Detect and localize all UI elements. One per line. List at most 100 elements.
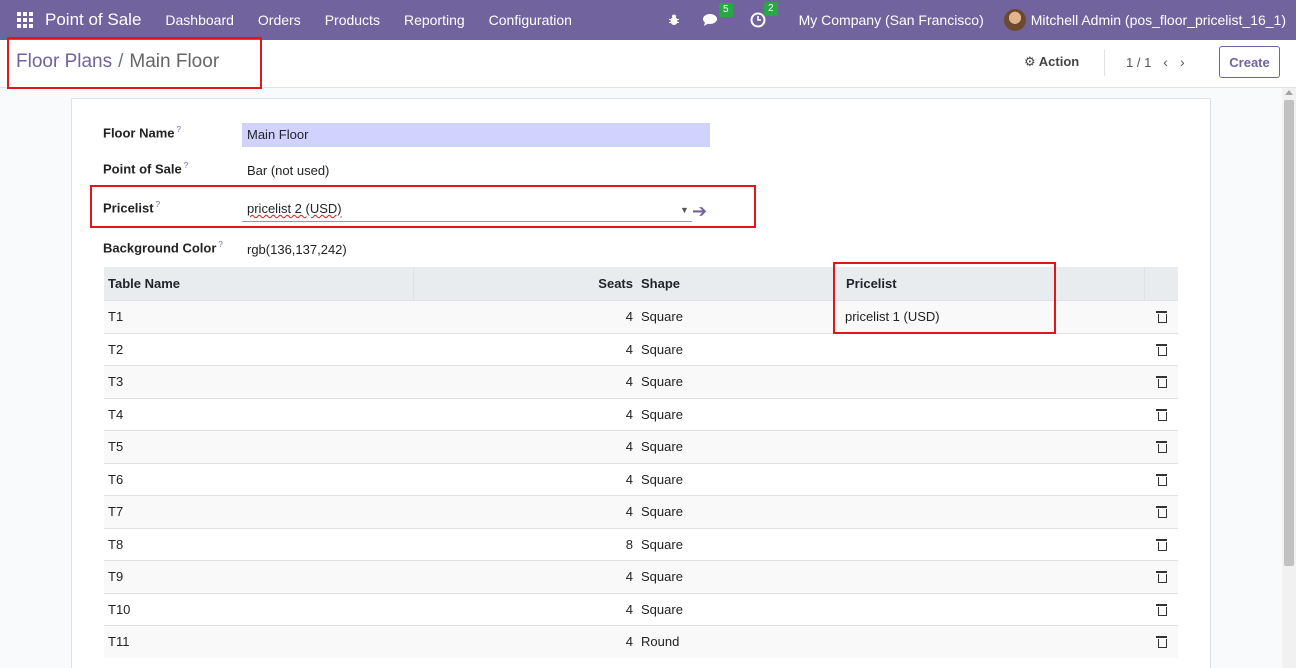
cell-seats[interactable]: 4 xyxy=(414,634,637,649)
delete-row-button[interactable] xyxy=(1145,343,1178,356)
menu-orders[interactable]: Orders xyxy=(246,12,313,28)
table-row[interactable]: T9 4 Square xyxy=(104,560,1178,593)
delete-row-button[interactable] xyxy=(1145,473,1178,486)
scrollbar-thumb[interactable] xyxy=(1284,100,1294,566)
cell-shape[interactable]: Square xyxy=(637,569,833,584)
cell-shape[interactable]: Square xyxy=(637,342,833,357)
app-brand[interactable]: Point of Sale xyxy=(45,10,141,30)
cell-shape[interactable]: Square xyxy=(637,537,833,552)
create-button[interactable]: Create xyxy=(1219,46,1280,78)
table-row[interactable]: T8 8 Square xyxy=(104,527,1178,561)
scroll-up-icon[interactable] xyxy=(1285,90,1293,95)
cell-seats[interactable]: 4 xyxy=(414,439,637,454)
trash-icon xyxy=(1156,636,1167,649)
cell-table-name[interactable]: T8 xyxy=(104,529,414,561)
messages-badge: 5 xyxy=(719,3,733,17)
cell-seats[interactable]: 4 xyxy=(414,602,637,617)
help-tooltip-icon[interactable]: ? xyxy=(184,161,188,170)
cell-seats[interactable]: 4 xyxy=(414,504,637,519)
activities-badge: 2 xyxy=(764,2,778,16)
trash-icon xyxy=(1156,603,1167,616)
point-of-sale-label: Point of Sale? xyxy=(103,161,189,177)
cell-shape[interactable]: Square xyxy=(637,407,833,422)
tables-body: T1 4 Square pricelist 1 (USD) T2 4 Square T3 4 Sq… xyxy=(104,300,1178,658)
cell-table-name[interactable]: T10 xyxy=(104,594,414,626)
cell-seats[interactable]: 4 xyxy=(414,309,637,324)
cell-shape[interactable]: Square xyxy=(637,602,833,617)
cell-shape[interactable]: Square xyxy=(637,374,833,389)
user-menu[interactable]: Mitchell Admin (pos_floor_pricelist_16_1… xyxy=(1031,12,1286,28)
cell-shape[interactable]: Square xyxy=(637,504,833,519)
background-color-value[interactable]: rgb(136,137,242) xyxy=(247,242,347,257)
cell-seats[interactable]: 4 xyxy=(414,569,637,584)
cell-table-name[interactable]: T5 xyxy=(104,431,414,463)
delete-row-button[interactable] xyxy=(1145,376,1178,389)
cell-table-name[interactable]: T3 xyxy=(104,366,414,398)
cell-seats[interactable]: 8 xyxy=(414,537,637,552)
table-row[interactable]: T11 4 Round xyxy=(104,625,1178,658)
cell-shape[interactable]: Round xyxy=(637,634,833,649)
menu-reporting[interactable]: Reporting xyxy=(392,12,477,28)
table-row[interactable]: T2 4 Square xyxy=(104,332,1178,366)
table-row[interactable]: T5 4 Square xyxy=(104,430,1178,463)
col-shape[interactable]: Shape xyxy=(637,276,833,291)
cell-seats[interactable]: 4 xyxy=(414,407,637,422)
table-row[interactable]: T7 4 Square xyxy=(104,495,1178,528)
page-scrollbar[interactable] xyxy=(1282,88,1296,668)
table-row[interactable]: T10 4 Square xyxy=(104,592,1178,626)
action-button[interactable]: ⚙ Action xyxy=(1024,54,1079,70)
help-tooltip-icon[interactable]: ? xyxy=(218,240,222,249)
trash-icon xyxy=(1156,343,1167,356)
cell-shape[interactable]: Square xyxy=(637,309,833,324)
action-label: Action xyxy=(1038,54,1080,69)
delete-row-button[interactable] xyxy=(1145,441,1178,454)
table-row[interactable]: T6 4 Square xyxy=(104,462,1178,496)
cell-seats[interactable]: 4 xyxy=(414,342,637,357)
cell-table-name[interactable]: T1 xyxy=(104,301,414,333)
pager-value[interactable]: 1 / 1 xyxy=(1126,55,1151,70)
cell-table-name[interactable]: T4 xyxy=(104,399,414,431)
delete-row-button[interactable] xyxy=(1145,603,1178,616)
trash-icon xyxy=(1156,376,1167,389)
background-color-label: Background Color? xyxy=(103,240,223,256)
activity-clock-icon[interactable]: 2 xyxy=(750,2,778,28)
top-navbar: Point of Sale Dashboard Orders Products … xyxy=(0,0,1296,40)
delete-row-button[interactable] xyxy=(1145,506,1178,519)
trash-icon xyxy=(1156,506,1167,519)
gear-icon: ⚙ xyxy=(1024,54,1036,69)
floor-name-input[interactable]: Main Floor xyxy=(242,123,710,147)
col-seats[interactable]: Seats xyxy=(414,276,637,291)
delete-row-button[interactable] xyxy=(1145,571,1178,584)
cell-seats[interactable]: 4 xyxy=(414,374,637,389)
menu-configuration[interactable]: Configuration xyxy=(477,12,584,28)
delete-row-button[interactable] xyxy=(1145,636,1178,649)
pricelist-column-highlight xyxy=(833,262,1056,334)
col-table-name[interactable]: Table Name xyxy=(104,267,414,300)
cell-seats[interactable]: 4 xyxy=(414,472,637,487)
cell-table-name[interactable]: T6 xyxy=(104,464,414,496)
menu-dashboard[interactable]: Dashboard xyxy=(153,12,246,28)
delete-row-button[interactable] xyxy=(1145,408,1178,421)
apps-menu-icon[interactable] xyxy=(17,12,33,28)
cell-shape[interactable]: Square xyxy=(637,472,833,487)
trash-icon xyxy=(1156,441,1167,454)
point-of-sale-value[interactable]: Bar (not used) xyxy=(247,163,329,178)
messages-icon[interactable]: 5 xyxy=(702,3,733,27)
table-row[interactable]: T4 4 Square xyxy=(104,397,1178,431)
bug-icon[interactable] xyxy=(668,14,680,26)
cell-table-name[interactable]: T2 xyxy=(104,334,414,366)
delete-row-button[interactable] xyxy=(1145,311,1178,324)
table-row[interactable]: T3 4 Square xyxy=(104,365,1178,398)
cell-table-name[interactable]: T9 xyxy=(104,561,414,593)
user-avatar[interactable] xyxy=(1003,9,1026,31)
chevron-right-icon[interactable]: › xyxy=(1180,54,1185,70)
company-switcher[interactable]: My Company (San Francisco) xyxy=(799,12,984,28)
help-tooltip-icon[interactable]: ? xyxy=(177,125,181,134)
chevron-left-icon[interactable]: ‹ xyxy=(1163,54,1168,70)
breadcrumb-highlight xyxy=(7,37,262,89)
cell-table-name[interactable]: T11 xyxy=(104,626,414,658)
cell-shape[interactable]: Square xyxy=(637,439,833,454)
cell-table-name[interactable]: T7 xyxy=(104,496,414,528)
menu-products[interactable]: Products xyxy=(313,12,392,28)
delete-row-button[interactable] xyxy=(1145,538,1178,551)
